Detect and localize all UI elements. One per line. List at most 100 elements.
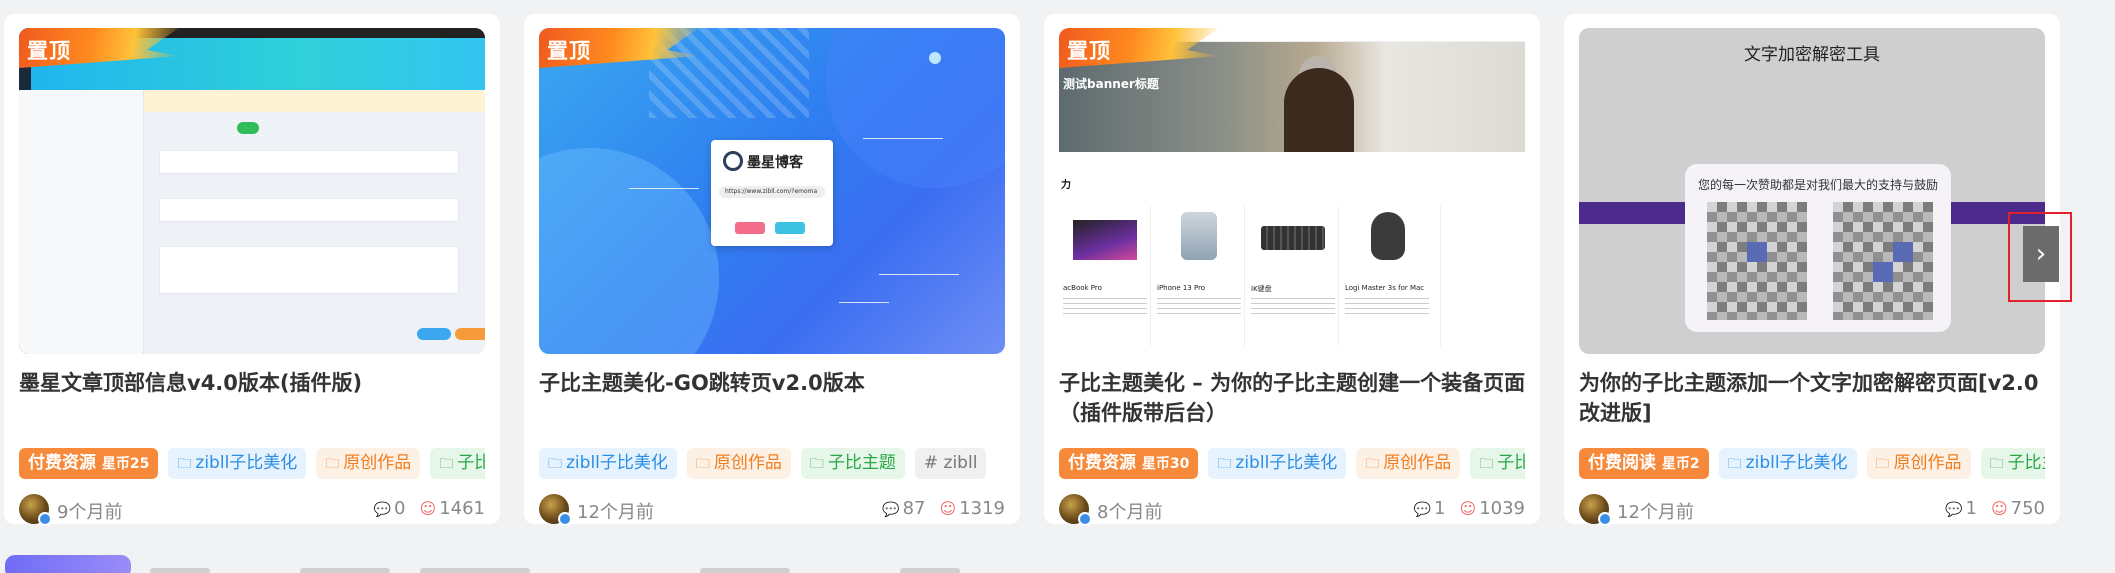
post-meta: 12个月前 💬 1 ☺ 750 — [1579, 494, 2045, 526]
tag-zibll-theme[interactable]: 🗀 子比主题 — [800, 448, 905, 479]
screenshot-person — [1284, 68, 1354, 152]
pinned-label: 置顶 — [547, 39, 591, 63]
preview-button — [735, 222, 765, 234]
product-image — [1181, 212, 1217, 260]
post-title[interactable]: 为你的子比主题添加一个文字加密解密页面[v2.0改进版] — [1579, 368, 2049, 428]
screenshot-button — [455, 328, 485, 340]
folder-icon: 🗀 — [1365, 456, 1380, 472]
comment-icon: 💬 — [373, 502, 392, 518]
comment-icon: 💬 — [882, 502, 900, 518]
tag-list: 🗀 zibll子比美化 🗀 原创作品 🗀 子比主题 # zibll — [539, 448, 1005, 482]
section-tab-active[interactable] — [5, 555, 131, 573]
comment-count: 0 — [394, 498, 406, 519]
section-tab[interactable] — [900, 568, 960, 573]
folder-icon: 🗀 — [439, 456, 454, 472]
section-tab[interactable] — [300, 568, 390, 573]
tag-zibll-beautify[interactable]: 🗀 zibll子比美化 — [1208, 448, 1347, 479]
post-card[interactable]: 墨星博客 https://www.zibll.com/?emoma 置顶 子比主… — [524, 14, 1020, 526]
folder-icon: 🗀 — [1989, 456, 2004, 472]
decor-line — [879, 274, 959, 275]
like-icon: ☺ — [419, 499, 437, 518]
section-tab[interactable] — [700, 568, 790, 573]
carousel-next-button[interactable]: › — [2023, 226, 2059, 282]
decor-line — [629, 188, 699, 189]
post-thumbnail[interactable]: 测试banner标题 力 acBook Pro iPhone 13 Pro IK… — [1059, 28, 1525, 354]
tag-zibll[interactable]: # zibll — [914, 448, 987, 479]
banner-title: 测试banner标题 — [1063, 77, 1159, 91]
chevron-right-icon: › — [2035, 239, 2047, 269]
screenshot-row — [159, 246, 459, 294]
tag-list: 付费资源 星币30 🗀zibll子比美化 🗀原创作品 🗀子比I — [1059, 448, 1525, 482]
post-meta: 8个月前 💬 1 ☺ 1039 — [1059, 494, 1525, 526]
section-tab[interactable] — [150, 568, 210, 573]
section-title: 力 — [1061, 180, 1071, 191]
post-card[interactable]: 测试banner标题 力 acBook Pro iPhone 13 Pro IK… — [1044, 14, 1540, 526]
tool-title: 文字加密解密工具 — [1744, 45, 1880, 65]
pinned-label: 置顶 — [1067, 39, 1111, 63]
comment-icon: 💬 — [1945, 502, 1963, 518]
post-card[interactable]: 文字加密解密工具 您的每一次赞助都是对我们最大的支持与鼓励 为你的子比主题添加一… — [1564, 14, 2060, 526]
post-title[interactable]: 子比主题美化-GO跳转页v2.0版本 — [539, 368, 1009, 398]
post-stats: 💬 1 ☺ 750 — [1945, 498, 2045, 519]
folder-icon: 🗀 — [1727, 456, 1742, 472]
price-tag[interactable]: 付费资源 星币25 — [19, 448, 159, 479]
tag-zibll-theme[interactable]: 🗀子比I — [430, 448, 485, 479]
like-icon: ☺ — [1459, 499, 1477, 518]
price-tag[interactable]: 付费资源 星币30 — [1059, 448, 1199, 479]
like-count: 750 — [2010, 498, 2045, 519]
folder-icon: 🗀 — [177, 456, 192, 472]
tag-original[interactable]: 🗀 原创作品 — [686, 448, 791, 479]
screenshot-toggle — [237, 122, 259, 134]
tag-zibll-beautify[interactable]: 🗀 zibll子比美化 — [168, 448, 307, 479]
folder-icon: 🗀 — [1479, 456, 1494, 472]
post-meta: 12个月前 💬 87 ☺ 1319 — [539, 494, 1005, 526]
post-stats: 💬 87 ☺ 1319 — [882, 498, 1005, 519]
donation-modal: 您的每一次赞助都是对我们最大的支持与鼓励 — [1685, 164, 1951, 332]
screenshot-row — [159, 198, 459, 222]
tag-original[interactable]: 🗀 原创作品 — [1866, 448, 1971, 479]
like-icon: ☺ — [939, 499, 957, 518]
tag-zibll-beautify[interactable]: 🗀 zibll子比美化 — [1718, 448, 1857, 479]
product-card: Logi Master 3s for Mac — [1341, 206, 1441, 346]
like-count: 1319 — [959, 498, 1005, 519]
tag-original[interactable]: 🗀 原创作品 — [1356, 448, 1461, 479]
qr-code-icon — [1707, 202, 1807, 320]
tag-zibll-beautify[interactable]: 🗀 zibll子比美化 — [539, 448, 677, 479]
tag-zibll-theme[interactable]: 🗀子比I — [1470, 448, 1525, 479]
post-time: 12个月前 — [1617, 502, 1694, 523]
folder-icon: 🗀 — [1875, 456, 1890, 472]
section-tab[interactable] — [420, 568, 530, 573]
folder-icon: 🗀 — [325, 456, 340, 472]
post-title[interactable]: 子比主题美化 – 为你的子比主题创建一个装备页面（插件版带后台） — [1059, 368, 1529, 428]
post-thumbnail[interactable]: 置顶 — [19, 28, 485, 354]
comment-icon: 💬 — [1413, 502, 1432, 518]
price-tag[interactable]: 付费阅读 星币2 — [1579, 448, 1709, 479]
preview-brand: 墨星博客 — [747, 155, 803, 171]
verified-badge-icon — [1598, 512, 1612, 526]
like-icon: ☺ — [1990, 499, 2008, 518]
screenshot-button — [417, 328, 451, 340]
screenshot-row — [159, 150, 459, 174]
post-meta: 9个月前 💬 0 ☺ 1461 — [19, 494, 485, 526]
like-count: 1039 — [1479, 498, 1525, 519]
comment-count: 1 — [1434, 498, 1446, 519]
qr-code-icon — [1833, 202, 1933, 320]
post-thumbnail[interactable]: 文字加密解密工具 您的每一次赞助都是对我们最大的支持与鼓励 — [1579, 28, 2045, 354]
tag-original[interactable]: 🗀 原创作品 — [316, 448, 421, 479]
logo-icon — [723, 151, 743, 171]
decor-line — [839, 302, 889, 303]
decor-blob — [539, 148, 719, 354]
pinned-label: 置顶 — [27, 39, 71, 63]
preview-login-box: 墨星博客 https://www.zibll.com/?emoma — [711, 140, 833, 246]
decor-dot — [929, 52, 941, 64]
product-image — [1371, 212, 1405, 260]
post-card[interactable]: 置顶 墨星文章顶部信息v4.0版本(插件版) 付费资源 星币25 🗀 zibll子比… — [4, 14, 500, 526]
product-card: acBook Pro — [1059, 206, 1151, 346]
donation-text: 您的每一次赞助都是对我们最大的支持与鼓励 — [1697, 178, 1938, 192]
post-title[interactable]: 墨星文章顶部信息v4.0版本(插件版) — [19, 368, 489, 398]
tag-zibll-theme[interactable]: 🗀子比主 — [1980, 448, 2045, 479]
post-thumbnail[interactable]: 墨星博客 https://www.zibll.com/?emoma 置顶 — [539, 28, 1005, 354]
like-count: 1461 — [439, 498, 485, 519]
folder-icon: 🗀 — [548, 456, 562, 472]
tag-list: 付费阅读 星币2 🗀zibll子比美化 🗀原创作品 🗀子比主 — [1579, 448, 2045, 482]
